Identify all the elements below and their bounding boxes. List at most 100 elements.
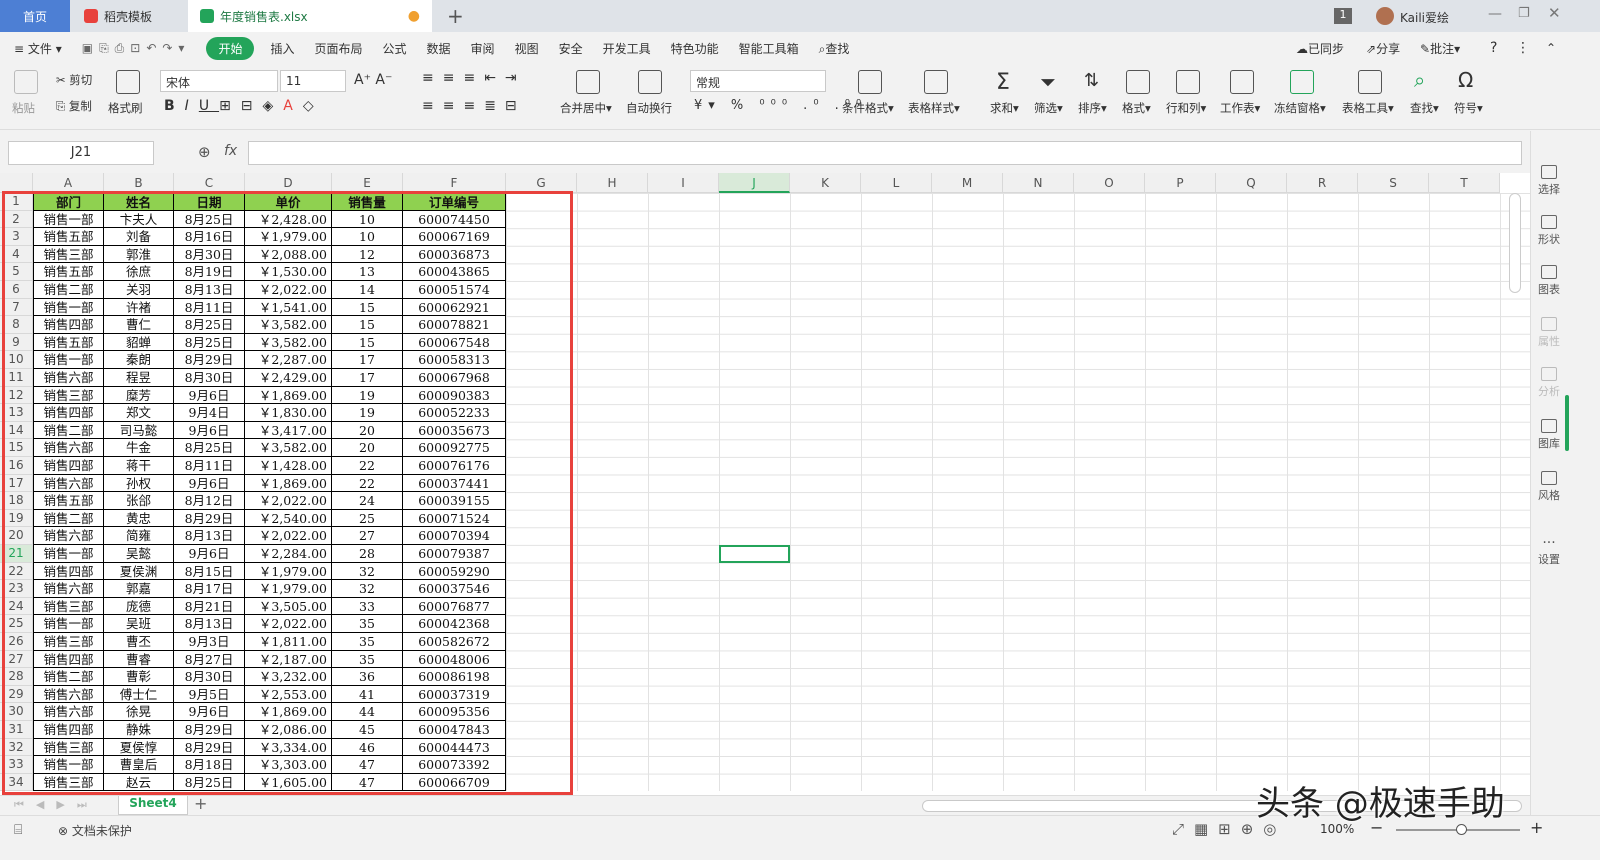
file-menu[interactable]: ≡ 文件 ▾ bbox=[0, 40, 72, 57]
wrap-text-icon[interactable] bbox=[638, 70, 662, 94]
column-header[interactable]: P bbox=[1145, 173, 1216, 193]
font-name-select[interactable]: 宋体 bbox=[160, 70, 278, 92]
name-box[interactable]: J21 bbox=[8, 141, 154, 165]
format-button[interactable]: 格式▾ bbox=[1122, 100, 1151, 116]
worksheet-button[interactable]: 工作表▾ bbox=[1220, 100, 1260, 116]
column-header[interactable]: T bbox=[1429, 173, 1500, 193]
conditional-format-button[interactable]: 条件格式▾ bbox=[842, 100, 894, 116]
side-chart[interactable]: 图表 bbox=[1531, 265, 1567, 297]
copy-button[interactable]: ⎘ 复制 bbox=[56, 98, 92, 114]
menu-data[interactable]: 数据 bbox=[417, 40, 461, 57]
column-header[interactable]: L bbox=[861, 173, 932, 193]
column-header[interactable]: F bbox=[403, 173, 506, 193]
cut-button[interactable]: ✂ 剪切 bbox=[56, 72, 92, 88]
sort-button[interactable]: 排序▾ bbox=[1078, 100, 1107, 116]
table-style-button[interactable]: 表格样式▾ bbox=[908, 100, 960, 116]
sort-icon[interactable]: ⇅ bbox=[1084, 70, 1099, 91]
find-icon[interactable]: ⌕ bbox=[1414, 68, 1425, 92]
share-button[interactable]: ⇗分享 bbox=[1366, 40, 1400, 57]
filter-icon[interactable]: ⏷ bbox=[1040, 70, 1056, 94]
row-col-icon[interactable] bbox=[1176, 70, 1200, 94]
select-all-corner[interactable] bbox=[0, 173, 33, 193]
sum-icon[interactable]: Σ bbox=[996, 70, 1010, 95]
column-header[interactable]: B bbox=[104, 173, 174, 193]
avatar[interactable] bbox=[1376, 7, 1394, 25]
font-style-icons[interactable]: BIU⊞⊟◈A◇ bbox=[164, 98, 324, 114]
menu-review[interactable]: 审阅 bbox=[461, 40, 505, 57]
column-header[interactable]: K bbox=[790, 173, 861, 193]
macro-icon[interactable]: ⌸ bbox=[14, 822, 22, 838]
zoom-in-icon[interactable]: + bbox=[1530, 818, 1543, 837]
freeze-panes-button[interactable]: 冻结窗格▾ bbox=[1274, 100, 1326, 116]
menu-view[interactable]: 视图 bbox=[505, 40, 549, 57]
tab-docer-templates[interactable]: 稻壳模板 bbox=[72, 0, 186, 32]
sync-status[interactable]: ☁已同步 bbox=[1296, 40, 1344, 57]
minimize-icon[interactable]: — bbox=[1488, 6, 1502, 22]
menu-home[interactable]: 开始 bbox=[206, 36, 255, 60]
menu-search[interactable]: ⌕查找 bbox=[809, 40, 860, 57]
column-header[interactable]: O bbox=[1074, 173, 1145, 193]
formula-input[interactable] bbox=[248, 141, 1522, 165]
side-gallery[interactable]: 图库 bbox=[1531, 419, 1567, 451]
column-header[interactable]: H bbox=[577, 173, 648, 193]
selected-cell[interactable] bbox=[719, 545, 790, 563]
column-header[interactable]: J bbox=[719, 173, 790, 193]
sheet-nav-arrows[interactable]: ⏮◀▶⏭ bbox=[14, 798, 99, 812]
paste-button[interactable]: 粘贴 bbox=[12, 100, 35, 116]
font-grow-icon[interactable]: A⁺ A⁻ bbox=[354, 72, 392, 88]
fx-button[interactable]: fx bbox=[224, 143, 237, 159]
table-style-icon[interactable] bbox=[924, 70, 948, 94]
side-property[interactable]: 属性 bbox=[1531, 317, 1567, 349]
column-header[interactable]: N bbox=[1003, 173, 1074, 193]
side-analysis[interactable]: 分析 bbox=[1531, 367, 1567, 399]
help-icon[interactable]: ? bbox=[1490, 40, 1497, 56]
vertical-scrollbar[interactable] bbox=[1509, 193, 1521, 293]
spreadsheet-grid[interactable]: A B C D E F G H I J K L M N O P Q R S T 1 部门 姓名 日期 单价 销售量 订单编号 2 销售一… bbox=[0, 173, 1530, 795]
add-sheet-button[interactable]: + bbox=[194, 794, 207, 813]
more-icon[interactable]: ⋮ bbox=[1516, 40, 1530, 56]
symbol-button[interactable]: 符号▾ bbox=[1454, 100, 1483, 116]
paste-icon[interactable] bbox=[14, 70, 38, 94]
menu-formula[interactable]: 公式 bbox=[373, 40, 417, 57]
merge-center-button[interactable]: 合并居中▾ bbox=[560, 100, 612, 116]
menu-smart-tools[interactable]: 智能工具箱 bbox=[729, 40, 809, 57]
user-name[interactable]: Kaili爱绘 bbox=[1400, 9, 1449, 26]
merge-icon[interactable] bbox=[576, 70, 600, 94]
menu-insert[interactable]: 插入 bbox=[260, 40, 304, 57]
conditional-format-icon[interactable] bbox=[858, 70, 882, 94]
doc-protect-status[interactable]: ⊗ 文档未保护 bbox=[58, 822, 132, 839]
menu-developer[interactable]: 开发工具 bbox=[593, 40, 661, 57]
column-header[interactable]: G bbox=[506, 173, 577, 193]
column-header[interactable]: D bbox=[245, 173, 332, 193]
column-header[interactable]: A bbox=[33, 173, 104, 193]
collapse-ribbon-icon[interactable]: ⌃ bbox=[1546, 41, 1556, 55]
column-header[interactable]: I bbox=[648, 173, 719, 193]
worksheet-icon[interactable] bbox=[1230, 70, 1254, 94]
menu-security[interactable]: 安全 bbox=[549, 40, 593, 57]
number-format-select[interactable]: 常规 bbox=[690, 70, 826, 92]
row-col-button[interactable]: 行和列▾ bbox=[1166, 100, 1206, 116]
side-settings[interactable]: ··· 设置 bbox=[1531, 535, 1567, 567]
format-painter-icon[interactable] bbox=[116, 70, 140, 94]
freeze-panes-icon[interactable] bbox=[1290, 70, 1314, 94]
zoom-formula-icon[interactable]: ⊕ bbox=[198, 143, 211, 161]
column-header[interactable]: M bbox=[932, 173, 1003, 193]
symbol-icon[interactable]: Ω bbox=[1458, 68, 1473, 92]
find-button[interactable]: 查找▾ bbox=[1410, 100, 1439, 116]
filter-button[interactable]: 筛选▾ bbox=[1034, 100, 1063, 116]
side-shape[interactable]: 形状 bbox=[1531, 215, 1567, 247]
close-icon[interactable]: ✕ bbox=[1548, 4, 1561, 22]
column-header[interactable]: R bbox=[1287, 173, 1358, 193]
comment-button[interactable]: ✎批注▾ bbox=[1420, 40, 1460, 57]
sheet-tab-active[interactable]: Sheet4 bbox=[118, 796, 188, 815]
align-icons[interactable]: ≡≡≡⇤⇥ bbox=[422, 70, 526, 86]
side-select[interactable]: 选择 bbox=[1531, 165, 1567, 197]
column-header[interactable]: S bbox=[1358, 173, 1429, 193]
quick-access-icons[interactable]: ▣⎘⎙⊡↶↷▾ bbox=[72, 41, 201, 56]
wrap-text-button[interactable]: 自动换行 bbox=[626, 100, 672, 116]
halign-icons[interactable]: ≡≡≡≣⊟ bbox=[422, 98, 526, 114]
sum-button[interactable]: 求和▾ bbox=[990, 100, 1019, 116]
tab-home[interactable]: 首页 bbox=[0, 0, 70, 32]
column-header[interactable]: Q bbox=[1216, 173, 1287, 193]
table-tools-button[interactable]: 表格工具▾ bbox=[1342, 100, 1394, 116]
